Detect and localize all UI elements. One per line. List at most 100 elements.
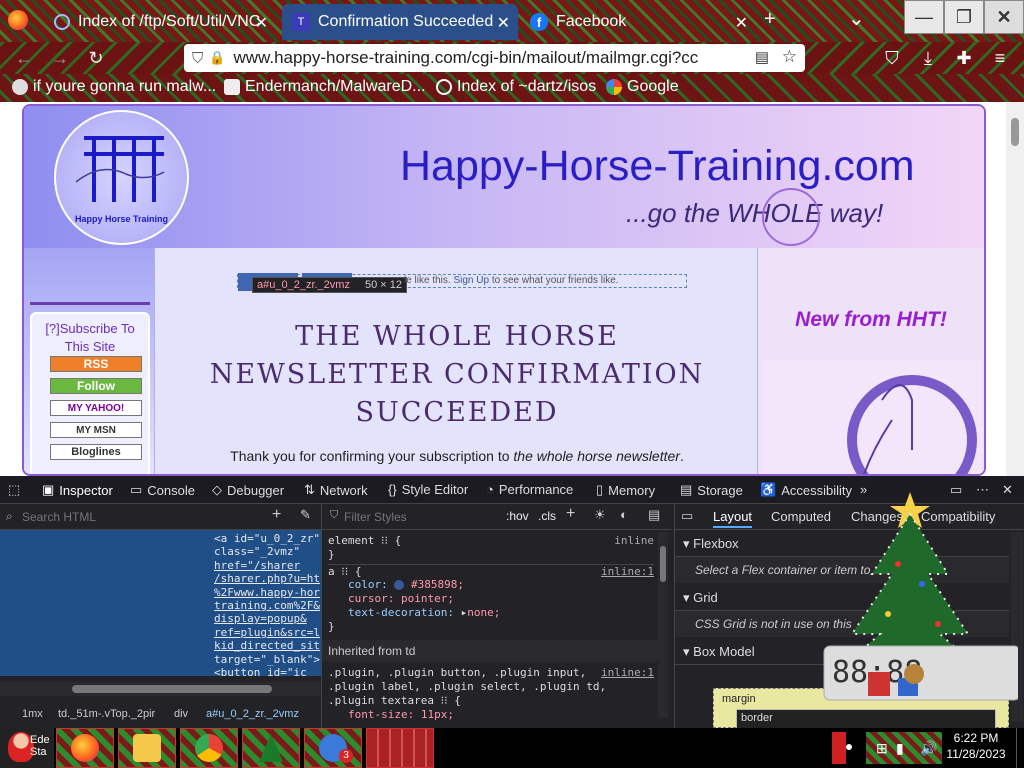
my-yahoo-button[interactable]: MY YAHOO!: [50, 400, 142, 416]
css-property[interactable]: text-decoration:: [348, 606, 454, 619]
bookmark-dartz-isos[interactable]: Index of ~dartz/isos: [436, 78, 596, 96]
html-line[interactable]: kid_directed_sit: [214, 639, 320, 652]
bloglines-button[interactable]: Bloglines: [50, 444, 142, 460]
reload-icon[interactable]: ↻: [82, 46, 110, 70]
close-tab-icon[interactable]: ✕: [255, 13, 268, 33]
downloads-icon[interactable]: ⤓: [914, 46, 942, 70]
html-line[interactable]: target="_blank">: [214, 653, 320, 666]
close-tab-icon[interactable]: ✕: [497, 13, 510, 33]
cls-toggle[interactable]: .cls: [538, 509, 556, 523]
breadcrumb-item[interactable]: a#u_0_2_zr._2vmz: [206, 708, 299, 720]
page-scrollbar[interactable]: [1006, 102, 1024, 476]
html-line[interactable]: href="/sharer: [214, 559, 320, 572]
css-value[interactable]: #385898;: [411, 578, 464, 591]
dark-theme-icon[interactable]: ◐: [620, 507, 628, 522]
restore-button[interactable]: ❐: [944, 0, 984, 34]
bookmark-malware[interactable]: if youre gonna run malw...: [12, 78, 216, 96]
html-line[interactable]: <button id="ic: [214, 666, 320, 676]
rules-scroll-thumb[interactable]: [660, 546, 666, 582]
tab-network[interactable]: ⇅ Network: [304, 482, 368, 498]
my-msn-button[interactable]: MY MSN: [50, 422, 142, 438]
extensions-icon[interactable]: ✚: [950, 46, 978, 70]
html-line[interactable]: training.com%2F&: [214, 599, 320, 612]
tab-console[interactable]: ▭ Console: [130, 482, 195, 498]
clock[interactable]: 6:22 PM 11/28/2023: [944, 730, 1008, 762]
html-line[interactable]: %2Fwww.happy-hor: [214, 586, 320, 599]
html-line[interactable]: /sharer.php?u=ht: [214, 572, 320, 585]
forward-arrow-icon[interactable]: →: [46, 46, 74, 70]
app-menu-icon[interactable]: ≡: [986, 46, 1014, 70]
url-text[interactable]: www.happy-horse-training.com/cgi-bin/mai…: [233, 48, 698, 68]
shield-icon[interactable]: ⛉: [192, 50, 203, 67]
logo[interactable]: Happy Horse Training: [54, 110, 189, 245]
sidebar-toggle-icon[interactable]: ▭: [681, 508, 693, 524]
reader-view-icon[interactable]: ▤: [755, 48, 769, 66]
color-swatch[interactable]: [394, 580, 405, 590]
add-node-icon[interactable]: +: [272, 506, 281, 524]
rss-button[interactable]: RSS: [50, 356, 142, 372]
close-tab-icon[interactable]: ✕: [735, 13, 748, 33]
lock-icon[interactable]: 🔒: [209, 50, 225, 66]
html-line[interactable]: display=popup&: [214, 612, 320, 625]
bookmark-star-icon[interactable]: ☆: [782, 47, 797, 67]
tab-list-button[interactable]: ⌄: [848, 6, 865, 31]
show-desktop-button[interactable]: [1016, 728, 1024, 768]
volume-icon[interactable]: 🔊: [920, 740, 937, 757]
show-hidden-icons[interactable]: [832, 732, 846, 764]
hov-toggle[interactable]: :hov: [506, 509, 529, 523]
network-tray-icon[interactable]: ⊞: [876, 740, 888, 757]
css-rules[interactable]: element ⁝⁝ {inline } a ⁝⁝ {inline:1 colo…: [322, 534, 660, 722]
html-hscrollbar[interactable]: [0, 682, 321, 696]
tab-storage[interactable]: ▤ Storage: [680, 482, 743, 498]
firefox-menu-icon[interactable]: [8, 10, 28, 30]
close-window-button[interactable]: ✕: [984, 0, 1024, 34]
taskbar-firefox[interactable]: [56, 728, 114, 768]
filter-styles-input[interactable]: [344, 508, 494, 526]
html-node-lines[interactable]: <a id="u_0_2_zr" class="_2vmz" href="/shar…: [214, 532, 320, 676]
back-arrow-icon[interactable]: ←: [10, 46, 38, 70]
breadcrumb-item[interactable]: 1mx: [22, 708, 43, 720]
tab-confirmation[interactable]: T Confirmation Succeeded ✕: [282, 4, 518, 40]
bookmark-google[interactable]: Google: [606, 78, 679, 96]
tab-vnc-index[interactable]: Index of /ftp/Soft/Util/VNC ✕: [44, 4, 276, 40]
breadcrumb-item[interactable]: div: [174, 708, 188, 720]
hscroll-thumb[interactable]: [72, 685, 272, 693]
search-html-input[interactable]: [22, 508, 262, 526]
element-picker-icon[interactable]: ⬚: [8, 482, 20, 498]
bookmark-endermanch[interactable]: Endermanch/MalwareD...: [224, 78, 426, 96]
breadcrumb-item[interactable]: td._51m-.vTop._2pir: [58, 708, 155, 720]
light-theme-icon[interactable]: ☀: [594, 507, 606, 523]
pocket-icon[interactable]: ⛉: [878, 46, 906, 70]
taskbar-empty-slot[interactable]: [366, 728, 434, 768]
html-tree[interactable]: <a id="u_0_2_zr" class="_2vmz" href="/shar…: [0, 530, 321, 676]
address-bar[interactable]: ⛉ 🔒 www.happy-horse-training.com/cgi-bin…: [184, 44, 805, 72]
css-declaration[interactable]: cursor: pointer;: [328, 592, 654, 606]
taskbar-messenger[interactable]: 3: [304, 728, 362, 768]
tab-debugger[interactable]: ◇ Debugger: [212, 482, 284, 498]
christmas-tree-widget[interactable]: 88:88: [818, 484, 1018, 714]
css-declaration[interactable]: font-size: 11px;: [328, 708, 654, 722]
add-rule-icon[interactable]: +: [566, 505, 575, 523]
scroll-thumb[interactable]: [1011, 118, 1019, 146]
tab-style-editor[interactable]: {} Style Editor: [388, 482, 468, 497]
css-value[interactable]: none;: [467, 606, 500, 619]
tab-layout[interactable]: Layout: [713, 509, 753, 528]
rule-source[interactable]: inline:1: [601, 565, 654, 579]
battery-icon[interactable]: ▮: [896, 740, 904, 757]
subscribe-link[interactable]: [?]Subscribe To This Site: [38, 320, 142, 356]
taskbar-explorer[interactable]: [118, 728, 176, 768]
print-media-icon[interactable]: ▤: [648, 507, 660, 523]
tab-memory[interactable]: ▯ Memory: [596, 482, 655, 498]
taskbar-tree-app[interactable]: [242, 728, 300, 768]
tab-inspector[interactable]: ▣ Inspector: [42, 482, 113, 498]
fb-signup-link[interactable]: Sign Up: [453, 275, 489, 286]
rule-source[interactable]: inline:1: [601, 666, 654, 680]
follow-button[interactable]: Follow: [50, 378, 142, 394]
tab-performance[interactable]: ◔ Performance: [486, 482, 573, 497]
html-line[interactable]: <a id="u_0_2_zr": [214, 532, 320, 545]
taskbar-chrome[interactable]: [180, 728, 238, 768]
rules-scrollbar[interactable]: [658, 532, 668, 718]
new-tab-button[interactable]: +: [764, 8, 776, 31]
html-line[interactable]: ref=plugin&src=l: [214, 626, 320, 639]
minimize-button[interactable]: —: [904, 0, 944, 34]
